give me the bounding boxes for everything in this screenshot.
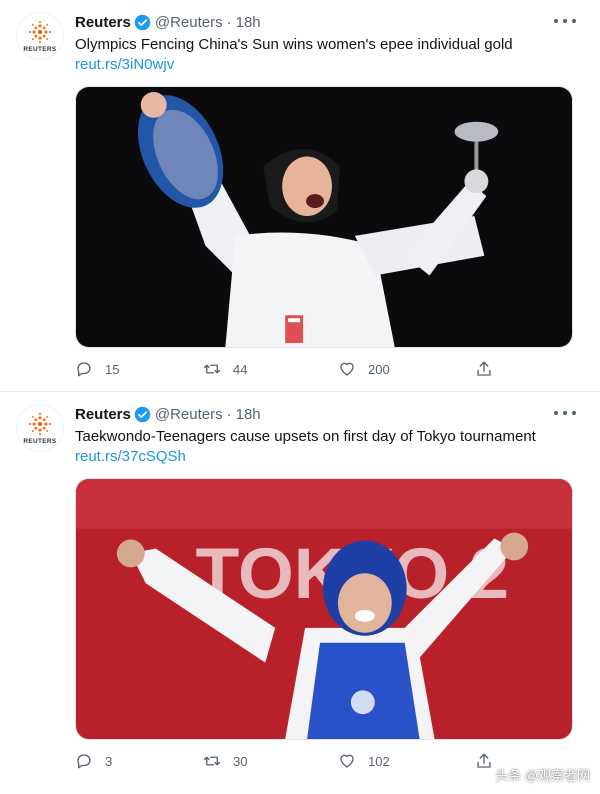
reuters-logo-icon: [29, 20, 51, 43]
toutiao-watermark: 头条 @观察者网: [472, 765, 590, 784]
reuters-logo-icon: [29, 412, 51, 435]
like-button[interactable]: 200: [338, 357, 390, 381]
reply-count: 3: [105, 753, 113, 769]
tweet-photo-fencer[interactable]: [75, 86, 573, 348]
retweet-count: 30: [233, 753, 248, 769]
reply-button[interactable]: 3: [75, 749, 112, 773]
author-handle[interactable]: @Reuters: [155, 14, 223, 31]
reuters-avatar[interactable]: REUTERS: [16, 12, 64, 60]
retweet-icon: [203, 756, 221, 766]
verified-badge-icon: [134, 14, 151, 30]
more-options-icon[interactable]: [554, 12, 576, 30]
heart-icon: [340, 754, 354, 768]
like-button[interactable]: 102: [338, 749, 390, 773]
reply-button[interactable]: 15: [75, 357, 119, 381]
separator-dot: ·: [226, 405, 232, 423]
tweet-header: Reuters @Reuters · 18h: [75, 404, 261, 424]
toutiao-logo-icon: [472, 767, 490, 782]
reply-count: 15: [105, 361, 120, 377]
like-count: 200: [368, 361, 390, 377]
verified-badge-icon: [134, 406, 151, 422]
more-options-icon[interactable]: [554, 404, 576, 422]
reply-icon: [77, 362, 91, 377]
author-name[interactable]: Reuters: [75, 14, 131, 31]
author-handle[interactable]: @Reuters: [155, 406, 223, 423]
tweet-header: Reuters @Reuters · 18h: [75, 12, 261, 32]
retweet-button[interactable]: 30: [203, 749, 247, 773]
tweet-photo-taekwondo[interactable]: TOKYO 2: [75, 478, 573, 740]
tweet-link[interactable]: reut.rs/3iN0wjv: [75, 55, 174, 75]
reuters-avatar[interactable]: REUTERS: [16, 404, 64, 452]
tweet-actions: 3 30 102: [75, 749, 515, 773]
tweet-text: Olympics Fencing China's Sun wins women'…: [75, 36, 513, 53]
share-icon: [477, 361, 491, 376]
separator-dot: ·: [226, 13, 232, 31]
tweet-link[interactable]: reut.rs/37cSQSh: [75, 447, 186, 467]
tweet-text: Taekwondo-Teenagers cause upsets on firs…: [75, 428, 536, 445]
tweet[interactable]: REUTERS Reuters @Reuters · 18h Olympics …: [0, 0, 600, 392]
share-button[interactable]: [475, 357, 505, 381]
avatar-logo-text: REUTERS: [23, 45, 57, 53]
tweet[interactable]: REUTERS Reuters @Reuters · 18h Taekwondo…: [0, 392, 600, 794]
tweet-actions: 15 44 200: [75, 357, 515, 381]
retweet-icon: [203, 364, 221, 374]
reply-icon: [77, 754, 91, 769]
tweet-timestamp[interactable]: 18h: [236, 14, 261, 31]
like-count: 102: [368, 753, 390, 769]
tweet-timestamp[interactable]: 18h: [236, 406, 261, 423]
heart-icon: [340, 362, 354, 376]
retweet-count: 44: [233, 361, 248, 377]
watermark-text: 头条 @观察者网: [495, 768, 590, 783]
avatar-logo-text: REUTERS: [23, 437, 57, 445]
retweet-button[interactable]: 44: [203, 357, 247, 381]
author-name[interactable]: Reuters: [75, 406, 131, 423]
